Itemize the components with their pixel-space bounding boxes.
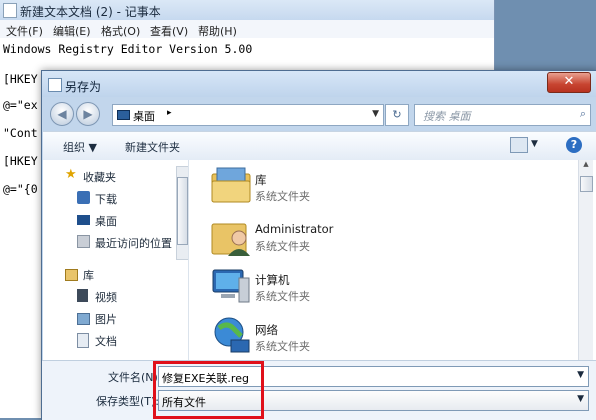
- file-name: Administrator: [255, 222, 334, 236]
- address-location[interactable]: 桌面: [133, 108, 155, 124]
- new-folder-button[interactable]: 新建文件夹: [125, 139, 180, 155]
- video-icon: [77, 289, 88, 302]
- file-type: 系统文件夹: [255, 190, 310, 203]
- computer-icon: [212, 269, 250, 303]
- view-dropdown-icon[interactable]: ▼: [531, 139, 538, 149]
- scrollbar-thumb[interactable]: [580, 176, 593, 192]
- list-item-administrator[interactable]: Administrator 系统文件夹: [209, 214, 509, 264]
- file-type: 系统文件夹: [255, 240, 310, 253]
- list-item-computer[interactable]: 计算机 系统文件夹: [209, 264, 509, 314]
- picture-icon: [77, 313, 90, 325]
- desktop-icon: [77, 215, 90, 225]
- nav-favorites[interactable]: ★ 收藏夹: [43, 166, 188, 186]
- notepad-title: 新建文本文档 (2) - 记事本: [20, 5, 161, 19]
- breadcrumb-arrow-icon[interactable]: ▸: [167, 108, 172, 118]
- recent-places-icon: [77, 235, 90, 248]
- text-line: @="ex: [3, 98, 38, 112]
- nav-library[interactable]: 库: [43, 264, 188, 284]
- organize-button[interactable]: 组织 ▼: [63, 139, 97, 155]
- menu-help[interactable]: 帮助(H): [198, 23, 237, 39]
- close-button[interactable]: ✕: [547, 72, 591, 93]
- nav-library-label: 库: [83, 269, 94, 282]
- nav-scrollbar[interactable]: [176, 166, 188, 260]
- dialog-title-bar: 另存为 ✕: [42, 71, 596, 97]
- nav-item-desktop[interactable]: 桌面: [43, 210, 188, 230]
- nav-item-label: 图片: [95, 313, 117, 326]
- save-options-panel: 文件名(N): 修复EXE关联.reg ▼ 保存类型(T): 所有文件 ▼: [42, 360, 596, 420]
- text-line: @="{0: [3, 182, 38, 196]
- dialog-title: 另存为: [65, 80, 102, 94]
- text-line: "Cont: [3, 126, 38, 140]
- notepad-icon: [3, 3, 17, 18]
- notepad-menu-bar: 文件(F) 编辑(E) 格式(O) 查看(V) 帮助(H): [0, 20, 494, 39]
- scrollbar-thumb[interactable]: [177, 177, 188, 245]
- menu-format[interactable]: 格式(O): [101, 23, 140, 39]
- help-icon[interactable]: ?: [566, 137, 582, 153]
- nav-item-documents[interactable]: 文档: [43, 330, 188, 350]
- menu-file[interactable]: 文件(F): [6, 23, 43, 39]
- filetype-label: 保存类型(T):: [96, 395, 160, 408]
- highlight-annotation-box: [153, 361, 264, 419]
- scroll-up-icon[interactable]: ▲: [580, 160, 592, 172]
- nav-item-label: 下载: [95, 193, 117, 206]
- chevron-down-icon[interactable]: ▼: [577, 394, 584, 404]
- save-as-dialog: 另存为 ✕ ◀ ▶ 桌面 ▸ ▼ ↻ 搜索 桌面 ⌕ 组织 ▼ 新建文件夹 ▼ …: [41, 70, 596, 420]
- network-globe-icon: [214, 317, 250, 353]
- nav-item-label: 最近访问的位置: [95, 237, 172, 250]
- list-item-network[interactable]: 网络 系统文件夹: [209, 314, 509, 364]
- nav-item-label: 桌面: [95, 215, 117, 228]
- text-line: Windows Registry Editor Version 5.00: [3, 42, 253, 56]
- file-name: 计算机: [255, 273, 290, 287]
- nav-item-recent[interactable]: 最近访问的位置: [43, 232, 188, 252]
- list-item-library[interactable]: 库 系统文件夹: [209, 164, 509, 214]
- chevron-down-icon[interactable]: ▼: [577, 370, 584, 380]
- chevron-down-icon[interactable]: ▼: [372, 109, 379, 119]
- search-icon[interactable]: ⌕: [580, 107, 586, 121]
- download-folder-icon: [77, 191, 90, 204]
- refresh-icon[interactable]: ↻: [385, 104, 409, 126]
- document-icon: [77, 333, 89, 348]
- nav-item-pictures[interactable]: 图片: [43, 308, 188, 328]
- search-placeholder: 搜索 桌面: [423, 110, 471, 123]
- text-line: [HKEY: [3, 154, 38, 168]
- file-type: 系统文件夹: [255, 340, 310, 353]
- address-bar[interactable]: 桌面 ▸ ▼: [112, 104, 384, 126]
- file-name: 库: [255, 173, 267, 187]
- navigation-row: ◀ ▶ 桌面 ▸ ▼ ↻ 搜索 桌面 ⌕: [42, 97, 596, 131]
- back-arrow-icon[interactable]: ◀: [50, 102, 74, 126]
- nav-item-downloads[interactable]: 下载: [43, 188, 188, 208]
- user-folder-icon: [211, 223, 250, 256]
- nav-item-videos[interactable]: 视频: [43, 286, 188, 306]
- nav-item-label: 文档: [95, 335, 117, 348]
- search-input[interactable]: 搜索 桌面 ⌕: [414, 104, 591, 126]
- dialog-toolbar: 组织 ▼ 新建文件夹 ▼ ?: [43, 131, 596, 161]
- view-options-icon[interactable]: [510, 137, 528, 153]
- library-icon: [65, 269, 78, 281]
- nav-favorites-label: 收藏夹: [83, 171, 116, 184]
- notepad-title-bar: 新建文本文档 (2) - 记事本: [0, 0, 494, 20]
- forward-arrow-icon[interactable]: ▶: [76, 102, 100, 126]
- text-line: [HKEY: [3, 72, 38, 86]
- save-as-icon: [48, 78, 62, 92]
- star-icon: ★: [65, 167, 77, 182]
- library-folder-icon: [211, 167, 251, 203]
- menu-edit[interactable]: 编辑(E): [53, 23, 91, 39]
- nav-item-label: 视频: [95, 291, 117, 304]
- file-type: 系统文件夹: [255, 290, 310, 303]
- desktop-icon: [117, 110, 130, 120]
- menu-view[interactable]: 查看(V): [150, 23, 188, 39]
- file-name: 网络: [255, 323, 278, 337]
